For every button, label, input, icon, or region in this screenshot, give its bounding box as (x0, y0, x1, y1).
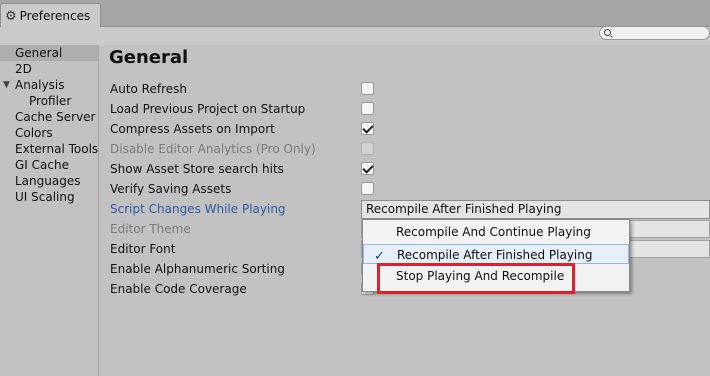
setting-label: Enable Code Coverage (110, 282, 247, 296)
sidebar-item-analysis[interactable]: ▼ Analysis (0, 77, 98, 93)
sidebar-item-external-tools[interactable]: External Tools (0, 141, 98, 157)
setting-label: Show Asset Store search hits (110, 162, 284, 176)
main-panel: General Auto Refresh Load Previous Proje… (100, 45, 710, 376)
setting-label: Auto Refresh (110, 82, 187, 96)
menu-item-recompile-after-finished[interactable]: ✓ Recompile After Finished Playing (363, 244, 629, 264)
setting-label: Editor Font (110, 242, 176, 256)
load-previous-project-checkbox[interactable] (361, 102, 374, 115)
setting-label: Disable Editor Analytics (Pro Only) (110, 142, 316, 156)
sidebar-item-profiler[interactable]: Profiler (0, 93, 98, 109)
verify-saving-checkbox[interactable] (361, 182, 374, 195)
search-icon (604, 29, 611, 36)
sidebar-item-colors[interactable]: Colors (0, 125, 98, 141)
setting-label: Compress Assets on Import (110, 122, 275, 136)
setting-label: Script Changes While Playing (110, 202, 286, 216)
setting-label: Load Previous Project on Startup (110, 102, 306, 116)
sidebar-item-languages[interactable]: Languages (0, 173, 98, 189)
setting-label: Verify Saving Assets (110, 182, 232, 196)
sidebar: General 2D ▼ Analysis Profiler Cache Ser… (0, 45, 99, 376)
tab-preferences[interactable]: ⚙ Preferences (0, 3, 101, 28)
sidebar-item-ui-scaling[interactable]: UI Scaling (0, 189, 98, 205)
compress-assets-checkbox[interactable] (361, 122, 374, 135)
auto-refresh-checkbox[interactable] (361, 82, 374, 95)
tab-bar: ⚙ Preferences (0, 0, 710, 28)
sidebar-item-2d[interactable]: 2D (0, 61, 98, 77)
tab-title: Preferences (19, 9, 91, 23)
sidebar-item-gi-cache[interactable]: GI Cache (0, 157, 98, 173)
menu-item-label: Recompile And Continue Playing (396, 225, 591, 239)
expand-triangle-icon[interactable]: ▼ (3, 77, 10, 93)
page-title: General (109, 47, 189, 68)
sidebar-item-label: Analysis (15, 78, 65, 92)
setting-label: Editor Theme (110, 222, 191, 236)
menu-item-recompile-continue[interactable]: Recompile And Continue Playing (363, 222, 629, 242)
gear-icon: ⚙ (5, 8, 17, 24)
script-changes-select[interactable]: Recompile After Finished Playing (361, 200, 710, 219)
sidebar-item-cache-server[interactable]: Cache Server ( (0, 109, 98, 125)
setting-label: Enable Alphanumeric Sorting (110, 262, 285, 276)
search-input[interactable] (599, 26, 710, 40)
menu-item-label: Recompile After Finished Playing (397, 248, 593, 262)
asset-store-hits-checkbox[interactable] (361, 162, 374, 175)
disable-analytics-checkbox (361, 142, 374, 155)
sidebar-item-general[interactable]: General (0, 45, 98, 61)
highlight-annotation-box (377, 263, 575, 294)
